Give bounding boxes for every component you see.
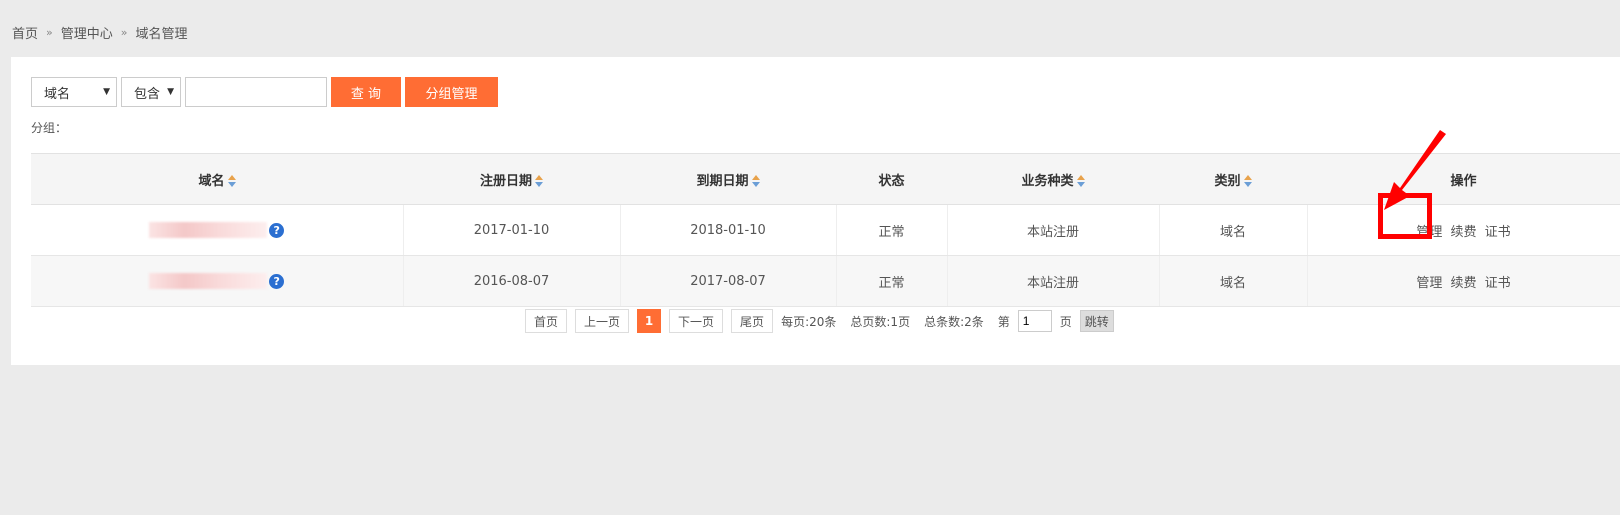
jump-button[interactable]: 跳转 (1079, 310, 1114, 332)
biz-cell: 本站注册 (947, 204, 1160, 256)
goto-suffix: 页 (1059, 314, 1072, 329)
goto-page-input[interactable] (1017, 310, 1052, 332)
status-cell: 正常 (836, 204, 948, 256)
status-cell: 正常 (836, 255, 948, 307)
current-page[interactable]: 1 (637, 309, 662, 333)
last-page-button[interactable]: 尾页 (731, 309, 774, 333)
per-page-text: 每页:20条 (781, 314, 837, 329)
group-manage-button[interactable]: 分组管理 (405, 77, 498, 107)
category-cell: 域名 (1159, 204, 1308, 256)
col-category[interactable]: 类别 (1159, 153, 1307, 205)
reg-date-cell: 2017-01-10 (403, 204, 621, 256)
domain-cell: ? (31, 255, 404, 307)
sort-icon[interactable] (1076, 175, 1085, 187)
sort-icon[interactable] (751, 175, 760, 187)
search-toolbar: 域名 ▼ 包含 ▼ 查 询 分组管理 (31, 77, 498, 107)
exp-date-cell: 2018-01-10 (620, 204, 837, 256)
field-select-value: 域名 (44, 86, 71, 102)
query-button[interactable]: 查 询 (331, 77, 401, 107)
actions-cell: 管理 续费 证书 (1307, 255, 1620, 307)
chevron-right-icon: » (120, 25, 128, 39)
arrow-annotation-icon (1384, 130, 1446, 210)
group-label: 分组： (31, 121, 68, 135)
col-status: 状态 (836, 153, 947, 205)
sort-icon[interactable] (1243, 175, 1252, 187)
goto-prefix: 第 (997, 314, 1010, 329)
breadcrumb-management-center[interactable]: 管理中心 (61, 23, 113, 42)
caret-down-icon: ▼ (103, 87, 110, 97)
renew-link[interactable]: 续费 (1450, 276, 1476, 291)
reg-date-cell: 2016-08-07 (403, 255, 621, 307)
renew-link[interactable]: 续费 (1450, 225, 1476, 240)
match-select-value: 包含 (134, 86, 161, 102)
col-reg-date[interactable]: 注册日期 (403, 153, 620, 205)
next-page-button[interactable]: 下一页 (669, 309, 724, 333)
col-domain[interactable]: 域名 (31, 153, 403, 205)
sort-icon[interactable] (535, 175, 543, 187)
exp-date-cell: 2017-08-07 (620, 255, 837, 307)
help-icon[interactable]: ? (269, 273, 285, 289)
domain-cell: ? (31, 204, 404, 256)
breadcrumb: 首页 » 管理中心 » 域名管理 (12, 22, 188, 42)
biz-cell: 本站注册 (947, 255, 1160, 307)
help-icon[interactable]: ? (269, 222, 285, 238)
actions-cell: 管理 续费 证书 (1307, 204, 1620, 256)
total-items-text: 总条数:2条 (924, 314, 984, 329)
breadcrumb-home[interactable]: 首页 (12, 23, 38, 42)
col-exp-date[interactable]: 到期日期 (620, 153, 836, 205)
total-pages-text: 总页数:1页 (850, 314, 911, 329)
pagination: 首页 上一页 1 下一页 尾页 每页:20条 总页数:1页 总条数:2条 第 页… (525, 309, 1114, 333)
col-biz-type[interactable]: 业务种类 (947, 153, 1159, 205)
certificate-link[interactable]: 证书 (1485, 225, 1511, 240)
prev-page-button[interactable]: 上一页 (575, 309, 630, 333)
domain-redacted[interactable] (149, 222, 268, 238)
col-actions: 操作 (1307, 153, 1620, 205)
certificate-link[interactable]: 证书 (1485, 276, 1511, 291)
table-row: ? 2016-08-07 2017-08-07 正常 本站注册 域名 管理 续费… (31, 255, 1620, 307)
first-page-button[interactable]: 首页 (525, 309, 568, 333)
manage-link[interactable]: 管理 (1416, 276, 1442, 291)
chevron-right-icon: » (46, 25, 53, 39)
caret-down-icon: ▼ (167, 87, 174, 97)
category-cell: 域名 (1159, 255, 1308, 307)
search-input[interactable] (185, 77, 327, 107)
breadcrumb-current: 域名管理 (135, 26, 188, 42)
sort-icon[interactable] (227, 175, 236, 187)
field-select[interactable]: 域名 ▼ (31, 77, 117, 107)
match-select[interactable]: 包含 ▼ (121, 77, 181, 107)
domain-redacted[interactable] (149, 273, 268, 289)
